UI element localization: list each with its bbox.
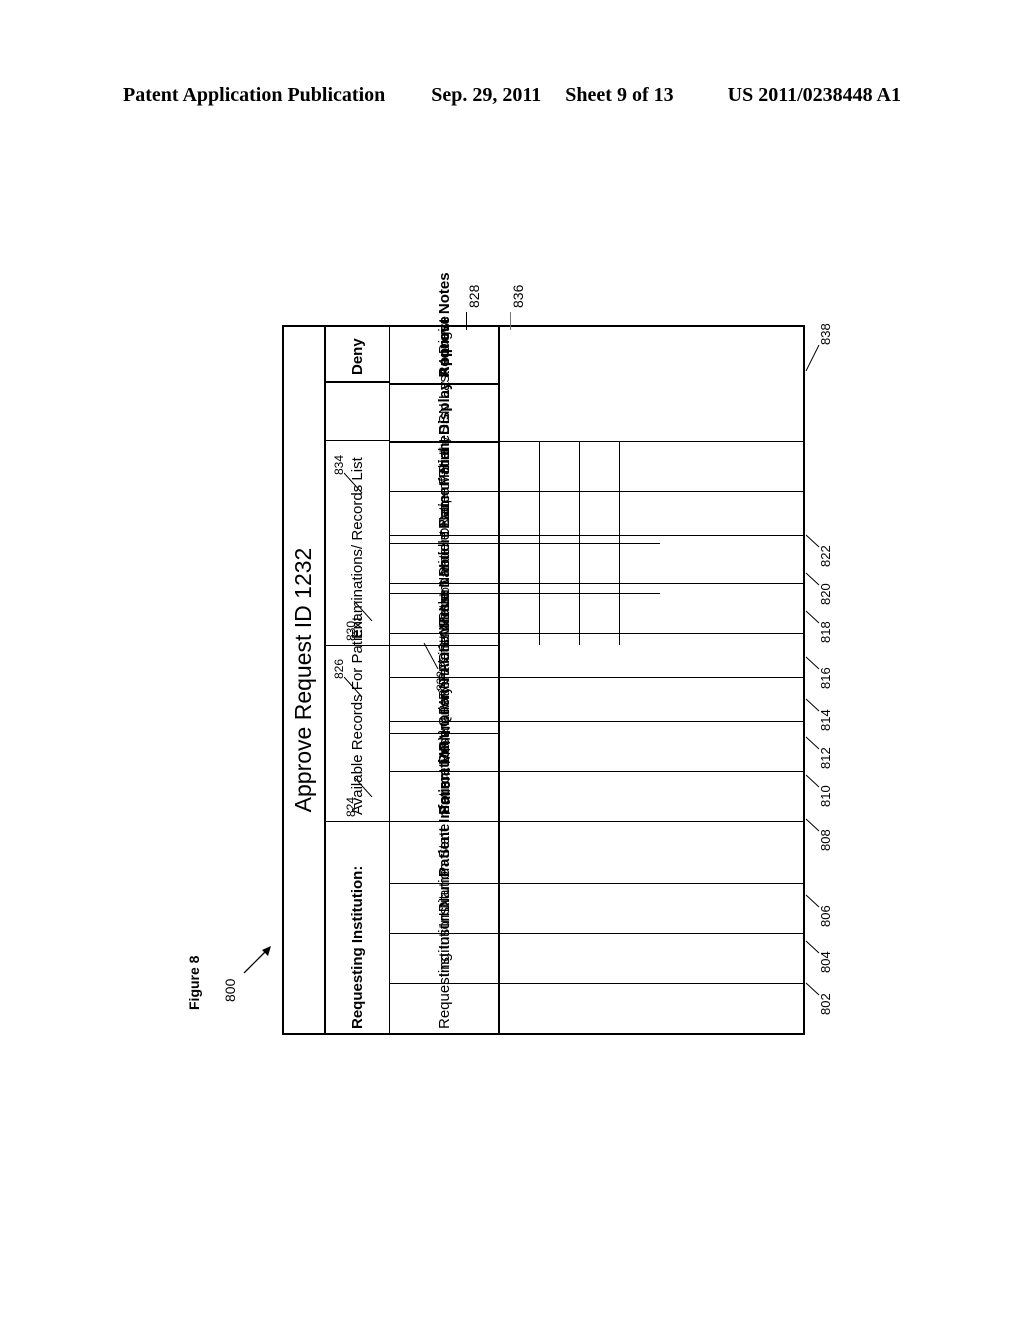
records-column-descrp: Descrp [390,491,500,543]
records-cell[interactable] [580,491,620,543]
form-value-area [500,325,805,1035]
records-cell[interactable] [580,593,620,645]
records-cell[interactable] [540,491,580,543]
records-cell[interactable] [500,543,540,593]
publication-number: US 2011/0238448 A1 [727,84,901,106]
records-cell[interactable] [620,543,660,593]
value-requesting-inst-id[interactable] [500,983,805,1035]
value-institution-name[interactable] [500,933,805,983]
reference-826-leader [344,676,363,698]
reference-leaders-bottom [805,534,820,996]
value-institution-state[interactable] [500,883,805,933]
records-cell[interactable] [620,593,660,645]
records-cell[interactable] [580,441,620,491]
records-cell[interactable] [620,491,660,543]
field-label-institution-state: Institution State [390,824,498,933]
requesting-institution-header: Requesting Institution: [326,821,389,1035]
reference-830-leader [354,600,373,621]
records-column-modality: Modality [390,437,500,491]
reference-838-leader [805,344,820,371]
records-column-accession: Accession [390,580,500,645]
reference-832: 832 [434,670,448,691]
reference-830: 830 [344,620,358,641]
reference-828-leader [466,312,467,330]
field-label-institution-name: Institution Name [390,869,498,983]
field-label-requesting-inst-id: Requesting Inst. ID [390,901,498,1035]
publication-text: Patent Application Publication [123,84,386,106]
records-cell[interactable] [620,441,660,491]
approve-request-form: Approve Request ID 1232 Requesting Insti… [282,272,833,1035]
value-destination-patient-mrn[interactable] [500,721,805,771]
patient-information-header: Patient Information [390,740,498,883]
records-cell[interactable] [500,593,540,645]
display-request-notes-label[interactable]: Display Request Notes [390,272,498,441]
patent-page-header: Patent Application Publication Sep. 29, … [0,84,1024,107]
reference-828: 828 [466,284,482,308]
reference-824-leader [354,776,373,797]
form-title: Approve Request ID 1232 [282,325,326,1035]
records-cell[interactable] [500,441,540,491]
reference-832-leader [423,642,439,669]
reference-834-leader [344,472,363,494]
value-notes-area[interactable] [500,325,805,441]
approve-button[interactable]: Approve [390,316,498,383]
reference-836: 836 [510,284,526,308]
available-records-mrn-field[interactable]: Patient MRN: [390,726,500,821]
records-cell[interactable] [540,441,580,491]
sheet-number: Sheet 9 of 13 [565,84,674,106]
records-cell[interactable] [540,593,580,645]
figure-label: Figure 8 [186,955,202,1010]
reference-824: 824 [344,796,358,817]
value-patient-first-name[interactable] [500,677,805,721]
deny-button[interactable]: Deny [326,325,390,383]
records-table-body[interactable] [500,441,660,645]
reference-836-leader [510,312,511,330]
value-patient-info-spacer [500,821,805,883]
records-cell[interactable] [500,491,540,543]
value-source-patient-mrn[interactable] [500,771,805,821]
reference-800-arrow [243,946,271,974]
records-column-date: Date [390,543,500,593]
records-cell[interactable] [540,543,580,593]
records-cell[interactable] [580,543,620,593]
reference-800: 800 [222,978,238,1002]
publication-date: Sep. 29, 2011 [431,84,542,106]
